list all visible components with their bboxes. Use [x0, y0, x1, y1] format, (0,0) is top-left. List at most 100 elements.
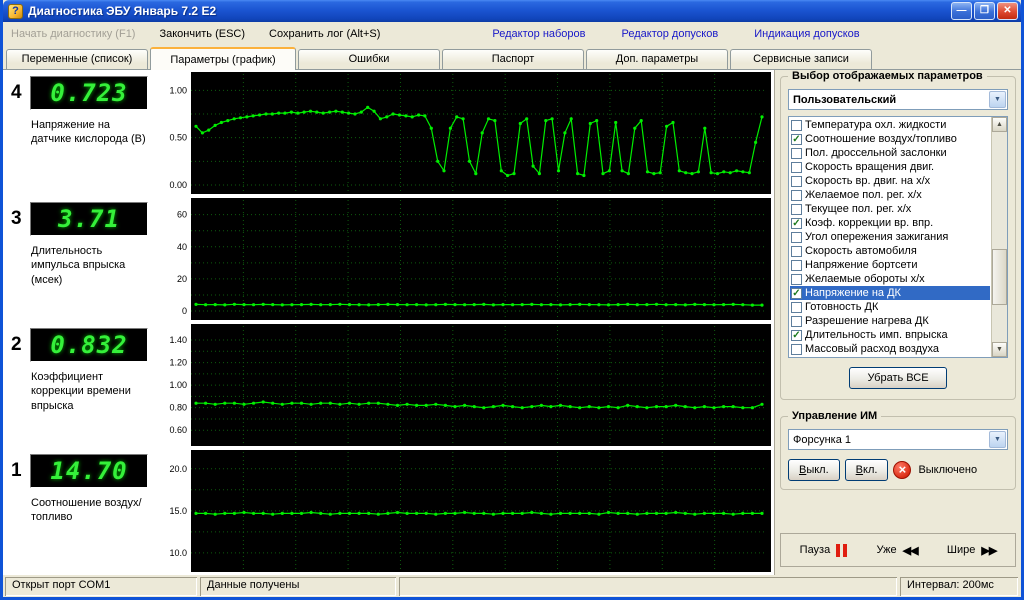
checkbox-icon[interactable]: ✓: [791, 133, 802, 145]
tab-service-records[interactable]: Сервисные записи: [730, 49, 872, 69]
save-log-button[interactable]: Сохранить лог (Alt+S): [269, 28, 380, 40]
checkbox-icon[interactable]: [791, 343, 802, 355]
channel-info: 4 0.723 Напряжение на датчике кислорода …: [3, 70, 155, 196]
checkbox-icon[interactable]: [791, 147, 802, 159]
scroll-thumb[interactable]: [992, 249, 1007, 305]
checkbox-icon[interactable]: [791, 273, 802, 285]
param-item[interactable]: Скорость вращения двиг.: [790, 160, 990, 174]
main-content: 4 0.723 Напряжение на датчике кислорода …: [3, 70, 1021, 575]
param-item[interactable]: Пол. дроссельной заслонки: [790, 146, 990, 160]
minimize-button[interactable]: —: [951, 2, 972, 20]
preset-value: Пользовательский: [793, 93, 897, 106]
editor-tolerances-link[interactable]: Редактор допусков: [622, 28, 719, 40]
param-item[interactable]: Температура охл. жидкости: [790, 118, 990, 132]
checkbox-icon[interactable]: [791, 175, 802, 187]
clear-all-button[interactable]: Убрать ВСЕ: [849, 367, 947, 389]
svg-text:0.00: 0.00: [169, 180, 187, 190]
wider-button[interactable]: Шире ▶▶: [946, 544, 997, 557]
checkbox-icon[interactable]: [791, 231, 802, 243]
param-item[interactable]: ✓ Соотношение воздух/топливо: [790, 132, 990, 146]
side-panel: Выбор отображаемых параметров Пользовате…: [775, 70, 1021, 575]
tab-extra-parameters[interactable]: Доп. параметры: [586, 49, 728, 69]
checkbox-icon[interactable]: [791, 245, 802, 257]
param-item-label: Длительность имп. впрыска: [805, 329, 948, 341]
scroll-down-icon[interactable]: ▼: [992, 342, 1007, 357]
checkbox-icon[interactable]: [791, 301, 802, 313]
svg-text:1.00: 1.00: [169, 380, 187, 390]
svg-text:1.40: 1.40: [169, 335, 187, 345]
status-data: Данные получены: [200, 577, 396, 596]
checkbox-icon[interactable]: ✓: [791, 287, 802, 299]
dropdown-arrow-icon[interactable]: ▼: [989, 431, 1006, 448]
param-item[interactable]: Готовность ДК: [790, 300, 990, 314]
status-interval: Интервал: 200мс: [900, 577, 1018, 596]
param-item[interactable]: ✓ Коэф. коррекции вр. впр.: [790, 216, 990, 230]
close-button[interactable]: ✕: [997, 2, 1018, 20]
channel-label: Коэффициент коррекции времени впрыска: [31, 371, 131, 412]
checkbox-icon[interactable]: [791, 315, 802, 327]
param-item[interactable]: Скорость автомобиля: [790, 244, 990, 258]
checkbox-icon[interactable]: [791, 119, 802, 131]
param-item-label: Скорость вр. двиг. на х/х: [805, 175, 931, 187]
actuator-off-button[interactable]: Выкл.: [788, 459, 840, 481]
actuator-on-button[interactable]: Вкл.: [844, 459, 889, 481]
scroll-up-icon[interactable]: ▲: [992, 117, 1007, 132]
param-item[interactable]: Желаемое пол. рег. х/х: [790, 188, 990, 202]
svg-text:0.50: 0.50: [169, 133, 187, 143]
narrower-label: Уже: [876, 544, 897, 556]
param-item-label: Разрешение нагрева ДК: [805, 315, 929, 327]
param-item[interactable]: Скорость вр. двиг. на х/х: [790, 174, 990, 188]
checkbox-icon[interactable]: [791, 161, 802, 173]
svg-text:10.0: 10.0: [169, 548, 187, 558]
actuator-combobox[interactable]: Форсунка 1 ▼: [788, 429, 1008, 450]
narrower-button[interactable]: Уже ◀◀: [876, 544, 919, 557]
param-item[interactable]: Массовый расход воздуха: [790, 342, 990, 356]
channel-number: 1: [11, 460, 22, 481]
maximize-button[interactable]: ❐: [974, 2, 995, 20]
tab-passport[interactable]: Паспорт: [442, 49, 584, 69]
chart-row-oxygen: 4 0.723 Напряжение на датчике кислорода …: [3, 70, 774, 196]
channel-value-display: 3.71: [30, 202, 148, 236]
pause-button[interactable]: Пауза: [800, 543, 848, 557]
channel-number: 3: [11, 208, 22, 229]
editor-sets-link[interactable]: Редактор наборов: [492, 28, 585, 40]
tabstrip: Переменные (список) Параметры (график) О…: [3, 46, 1021, 70]
chart-row-airfuel: 1 14.70 Соотношение воздух/топливо 20.0 1…: [3, 448, 774, 574]
checkbox-icon[interactable]: [791, 259, 802, 271]
param-item[interactable]: Желаемые обороты х/х: [790, 272, 990, 286]
svg-text:20.0: 20.0: [169, 464, 187, 474]
svg-text:40: 40: [177, 242, 187, 252]
app-window: ? Диагностика ЭБУ Январь 7.2 E2 — ❐ ✕ На…: [0, 0, 1024, 600]
tolerance-indication-link[interactable]: Индикация допусков: [754, 28, 859, 40]
tab-parameters-graph[interactable]: Параметры (график): [150, 47, 296, 70]
chart-air-fuel-ratio: 20.0 15.0 10.0: [155, 450, 771, 572]
tab-errors[interactable]: Ошибки: [298, 49, 440, 69]
wider-label: Шире: [946, 544, 976, 556]
svg-text:20: 20: [177, 274, 187, 284]
checkbox-icon[interactable]: [791, 189, 802, 201]
actuator-value: Форсунка 1: [793, 433, 852, 446]
param-item[interactable]: Угол опережения зажигания: [790, 230, 990, 244]
checkbox-icon[interactable]: ✓: [791, 329, 802, 341]
svg-text:1.00: 1.00: [169, 85, 187, 95]
stop-diagnostics-button[interactable]: Закончить (ESC): [159, 28, 245, 40]
param-item-label: Желаемые обороты х/х: [805, 273, 925, 285]
channel-value-display: 14.70: [30, 454, 148, 488]
charts-area: 4 0.723 Напряжение на датчике кислорода …: [3, 70, 775, 575]
param-list-scrollbar[interactable]: ▲ ▼: [991, 117, 1007, 357]
param-item-label: Угол опережения зажигания: [805, 231, 949, 243]
checkbox-icon[interactable]: ✓: [791, 217, 802, 229]
actuator-buttons-row: Выкл. Вкл. × Выключено: [788, 459, 1008, 481]
actuator-status-text: Выключено: [918, 464, 978, 476]
toolbar: Начать диагностику (F1) Закончить (ESC) …: [3, 22, 1021, 46]
checkbox-icon[interactable]: [791, 203, 802, 215]
param-item[interactable]: ✓ Длительность имп. впрыска: [790, 328, 990, 342]
param-item[interactable]: Разрешение нагрева ДК: [790, 314, 990, 328]
tab-variables-list[interactable]: Переменные (список): [6, 49, 148, 69]
param-item[interactable]: Напряжение бортсети: [790, 258, 990, 272]
param-item[interactable]: ✓ Напряжение на ДК: [790, 286, 990, 300]
start-diagnostics-button[interactable]: Начать диагностику (F1): [11, 28, 135, 40]
dropdown-arrow-icon[interactable]: ▼: [989, 91, 1006, 108]
preset-combobox[interactable]: Пользовательский ▼: [788, 89, 1008, 110]
param-item[interactable]: Текущее пол. рег. х/х: [790, 202, 990, 216]
